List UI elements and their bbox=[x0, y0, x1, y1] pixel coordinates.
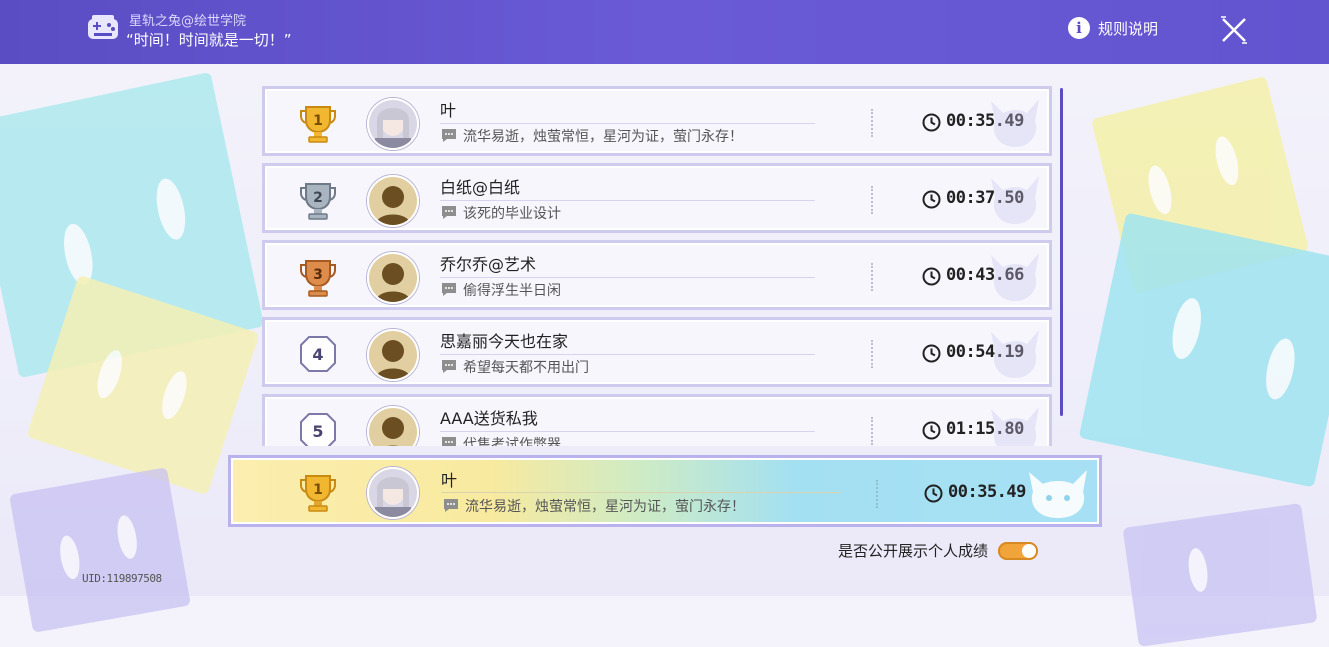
divider bbox=[440, 431, 815, 432]
mascot-watermark-icon bbox=[991, 99, 1039, 147]
rank-badge-icon: 5 bbox=[300, 413, 336, 446]
mascot-watermark-icon bbox=[991, 253, 1039, 301]
dotted-separator bbox=[871, 263, 873, 291]
divider bbox=[441, 492, 841, 493]
avatar[interactable] bbox=[367, 252, 419, 304]
public-score-setting: 是否公开展示个人成绩 bbox=[838, 540, 1039, 561]
divider bbox=[440, 277, 815, 278]
player-name: 白纸@白纸 bbox=[440, 178, 521, 197]
rank-number: 2 bbox=[313, 190, 323, 206]
rules-label: 规则说明 bbox=[1098, 19, 1159, 38]
my-rank-row: 1 叶 流华易逝，烛萤常恒，星河为证，萤门永存！ 00:35.49 bbox=[228, 455, 1102, 527]
avatar[interactable] bbox=[367, 98, 419, 150]
player-name: AAA送货私我 bbox=[440, 409, 538, 428]
chat-bubble-icon bbox=[442, 437, 456, 446]
bg-purple-square-left bbox=[9, 467, 191, 633]
dotted-separator bbox=[871, 186, 873, 214]
mascot-watermark-icon bbox=[991, 407, 1039, 446]
my-time: 00:35.49 bbox=[948, 482, 1026, 502]
chat-bubble-icon bbox=[442, 283, 456, 296]
player-message: 偷得浮生半日闲 bbox=[463, 283, 561, 299]
uid-label: UID:119897508 bbox=[82, 572, 162, 585]
divider bbox=[440, 123, 815, 124]
header-bar: 星轨之兔@绘世学院 “时间！时间就是一切！” i 规则说明 bbox=[0, 0, 1329, 64]
scrollbar[interactable] bbox=[1060, 88, 1063, 416]
clock-icon bbox=[922, 190, 941, 209]
mascot-watermark-icon bbox=[991, 176, 1039, 224]
divider bbox=[440, 200, 815, 201]
clock-icon bbox=[922, 421, 941, 440]
player-message: 代售考试作弊器 bbox=[463, 437, 561, 446]
event-title: 星轨之兔@绘世学院 bbox=[129, 14, 247, 29]
leaderboard-list[interactable]: 1 叶 流华易逝，烛萤常恒，星河为证，萤门永存！ 00:35.49 2 白纸@白… bbox=[262, 86, 1054, 446]
rank-number: 3 bbox=[313, 267, 323, 283]
gold-trophy-icon: 1 bbox=[300, 106, 336, 143]
dotted-separator bbox=[871, 340, 873, 368]
info-icon: i bbox=[1068, 17, 1090, 39]
divider bbox=[440, 354, 815, 355]
leaderboard-row: 3 乔尔乔@艺术 偷得浮生半日闲 00:43.66 bbox=[262, 240, 1052, 310]
player-message: 该死的毕业设计 bbox=[463, 206, 561, 222]
dotted-separator bbox=[871, 109, 873, 137]
event-quote: “时间！时间就是一切！” bbox=[126, 31, 292, 49]
leaderboard-row: 4 思嘉丽今天也在家 希望每天都不用出门 00:54.19 bbox=[262, 317, 1052, 387]
chat-bubble-icon bbox=[442, 129, 456, 142]
avatar[interactable] bbox=[367, 175, 419, 227]
player-name: 思嘉丽今天也在家 bbox=[440, 332, 569, 351]
game-console-icon bbox=[88, 15, 118, 39]
avatar[interactable] bbox=[367, 329, 419, 381]
my-player-name: 叶 bbox=[441, 471, 458, 490]
chat-bubble-icon bbox=[444, 499, 458, 512]
avatar[interactable] bbox=[367, 406, 419, 446]
leaderboard-row: 5 AAA送货私我 代售考试作弊器 01:15.80 bbox=[262, 394, 1052, 446]
chat-bubble-icon bbox=[442, 360, 456, 373]
rank-badge-icon: 4 bbox=[300, 336, 336, 372]
dotted-separator bbox=[876, 480, 878, 508]
dotted-separator bbox=[871, 417, 873, 445]
rank-number: 4 bbox=[312, 345, 323, 364]
clock-icon bbox=[922, 113, 941, 132]
close-icon[interactable] bbox=[1218, 14, 1250, 46]
silver-trophy-icon: 2 bbox=[300, 183, 336, 220]
bronze-trophy-icon: 3 bbox=[300, 260, 336, 297]
mascot-watermark-icon bbox=[991, 330, 1039, 378]
public-score-toggle[interactable] bbox=[998, 541, 1039, 560]
mascot-icon bbox=[1029, 470, 1087, 518]
my-rank-number: 1 bbox=[313, 482, 323, 498]
rank-number: 5 bbox=[312, 422, 323, 441]
clock-icon bbox=[924, 484, 943, 503]
leaderboard-row: 2 白纸@白纸 该死的毕业设计 00:37.50 bbox=[262, 163, 1052, 233]
rules-button[interactable]: i 规则说明 bbox=[1068, 17, 1158, 39]
rank-number: 1 bbox=[313, 113, 323, 129]
bg-cyan-square-right bbox=[1078, 212, 1329, 488]
player-name: 叶 bbox=[440, 101, 457, 120]
gold-trophy-icon: 1 bbox=[300, 475, 336, 512]
clock-icon bbox=[922, 267, 941, 286]
my-player-message: 流华易逝，烛萤常恒，星河为证，萤门永存！ bbox=[465, 499, 745, 515]
chat-bubble-icon bbox=[442, 206, 456, 219]
player-message: 希望每天都不用出门 bbox=[463, 360, 589, 376]
avatar bbox=[367, 467, 419, 519]
bg-purple-square-right bbox=[1122, 503, 1318, 647]
player-message: 流华易逝，烛萤常恒，星河为证，萤门永存！ bbox=[463, 129, 743, 145]
public-score-label: 是否公开展示个人成绩 bbox=[838, 542, 989, 560]
leaderboard-row: 1 叶 流华易逝，烛萤常恒，星河为证，萤门永存！ 00:35.49 bbox=[262, 86, 1052, 156]
clock-icon bbox=[922, 344, 941, 363]
player-name: 乔尔乔@艺术 bbox=[440, 255, 537, 274]
toggle-knob bbox=[1022, 543, 1037, 558]
